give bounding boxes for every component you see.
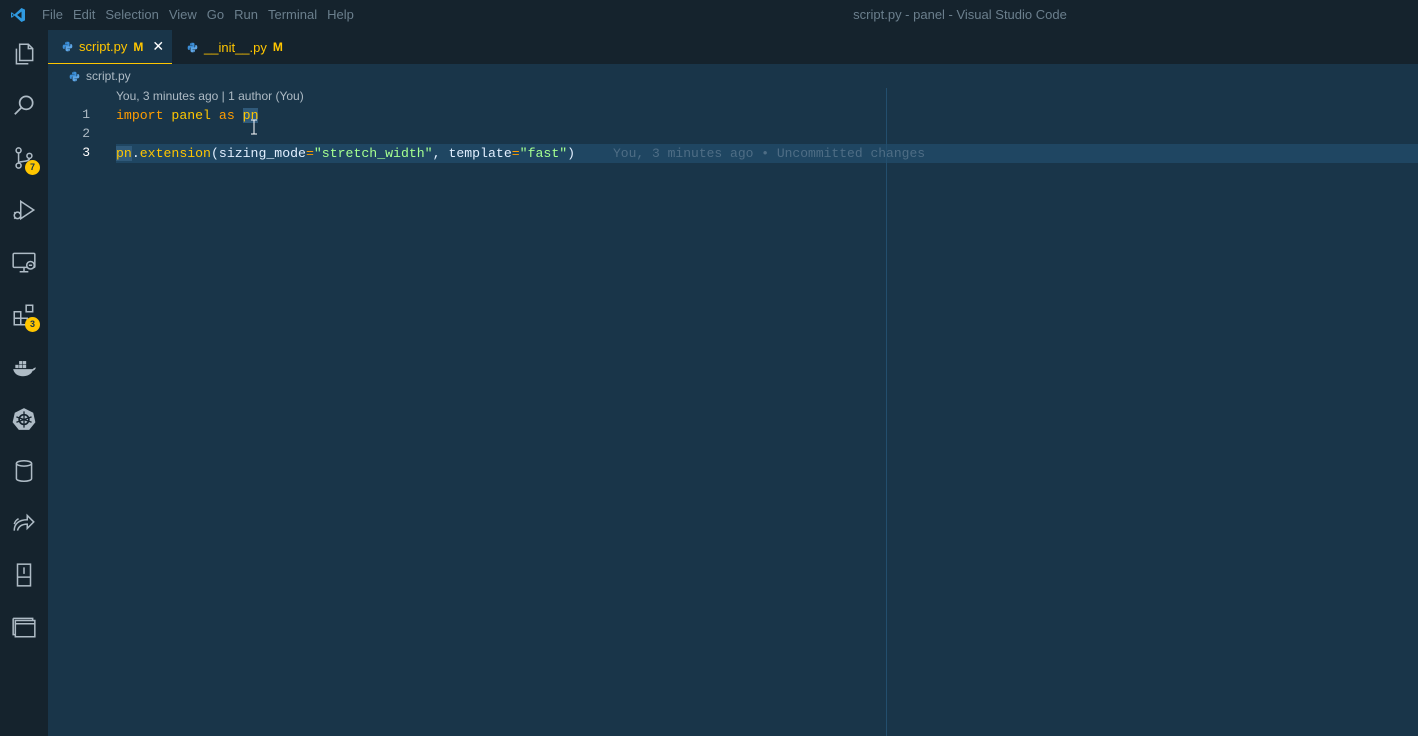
editor-ruler <box>886 88 887 736</box>
activity-run-debug[interactable] <box>0 186 48 234</box>
activity-bar: 7 3 <box>0 30 48 736</box>
run-debug-icon <box>13 199 36 221</box>
argument-name: template <box>448 146 512 161</box>
modified-indicator: M <box>272 40 283 54</box>
line-number: 1 <box>82 107 90 122</box>
activity-extensions[interactable]: 3 <box>0 291 48 339</box>
activity-explorer[interactable] <box>0 30 48 78</box>
git-codelens[interactable]: You, 3 minutes ago | 1 author (You) <box>116 89 304 103</box>
activity-source-control[interactable]: 7 <box>0 134 48 182</box>
breadcrumb-file[interactable]: script.py <box>86 69 131 83</box>
activity-remote-explorer[interactable] <box>0 238 48 286</box>
function-name: extension <box>139 146 211 161</box>
line-number: 2 <box>82 126 90 141</box>
kubernetes-icon <box>12 408 36 430</box>
line-number: 3 <box>82 145 90 160</box>
close-icon[interactable]: ✕ <box>152 38 164 55</box>
python-file-icon <box>69 71 80 81</box>
activity-database[interactable] <box>0 447 48 495</box>
code-line-3[interactable]: pn.extension(sizing_mode="stretch_width"… <box>116 144 575 163</box>
modified-indicator: M <box>133 39 144 54</box>
live-share-icon <box>13 513 35 531</box>
source-control-badge: 7 <box>25 160 40 175</box>
activity-live-share[interactable] <box>0 499 48 547</box>
activity-docker[interactable] <box>0 343 48 391</box>
python-file-icon <box>62 41 73 52</box>
activity-search[interactable] <box>0 81 48 129</box>
python-file-icon <box>187 42 198 52</box>
remote-explorer-icon <box>12 252 36 273</box>
activity-notebook[interactable] <box>0 551 48 599</box>
panels-icon <box>12 617 36 638</box>
git-blame-annotation: You, 3 minutes ago • Uncommitted changes <box>613 146 926 161</box>
code-line-1[interactable]: import panel as pn <box>116 106 259 125</box>
database-icon <box>15 459 33 483</box>
tab-label: script.py <box>79 39 128 54</box>
module-name: panel <box>171 108 211 123</box>
window-title: script.py - panel - Visual Studio Code <box>853 7 1067 22</box>
activity-panels[interactable] <box>0 603 48 651</box>
search-icon <box>14 95 34 115</box>
string-literal: "fast" <box>519 146 568 161</box>
files-icon <box>15 43 34 65</box>
text-cursor-icon <box>251 119 257 135</box>
docker-icon <box>13 361 36 377</box>
tab-init-py[interactable]: __init__.py M <box>172 30 290 64</box>
tab-script-py[interactable]: script.py M ✕ <box>48 30 172 64</box>
title-bar: File Edit Selection View Go Run Terminal… <box>0 0 1418 30</box>
activity-kubernetes[interactable] <box>0 395 48 443</box>
breadcrumb: script.py <box>48 64 1418 88</box>
tab-label: __init__.py <box>204 39 267 55</box>
code-editor[interactable]: You, 3 minutes ago | 1 author (You) 1 2 … <box>48 88 1418 736</box>
keyword-as: as <box>218 108 235 123</box>
object-name: pn <box>116 146 132 161</box>
keyword-import: import <box>116 108 164 123</box>
extensions-badge: 3 <box>25 317 40 332</box>
string-literal: "stretch_width" <box>313 146 433 161</box>
argument-name: sizing_mode <box>218 146 306 161</box>
tab-bar: script.py M ✕ __init__.py M <box>48 30 1418 64</box>
notebook-icon <box>16 563 32 587</box>
